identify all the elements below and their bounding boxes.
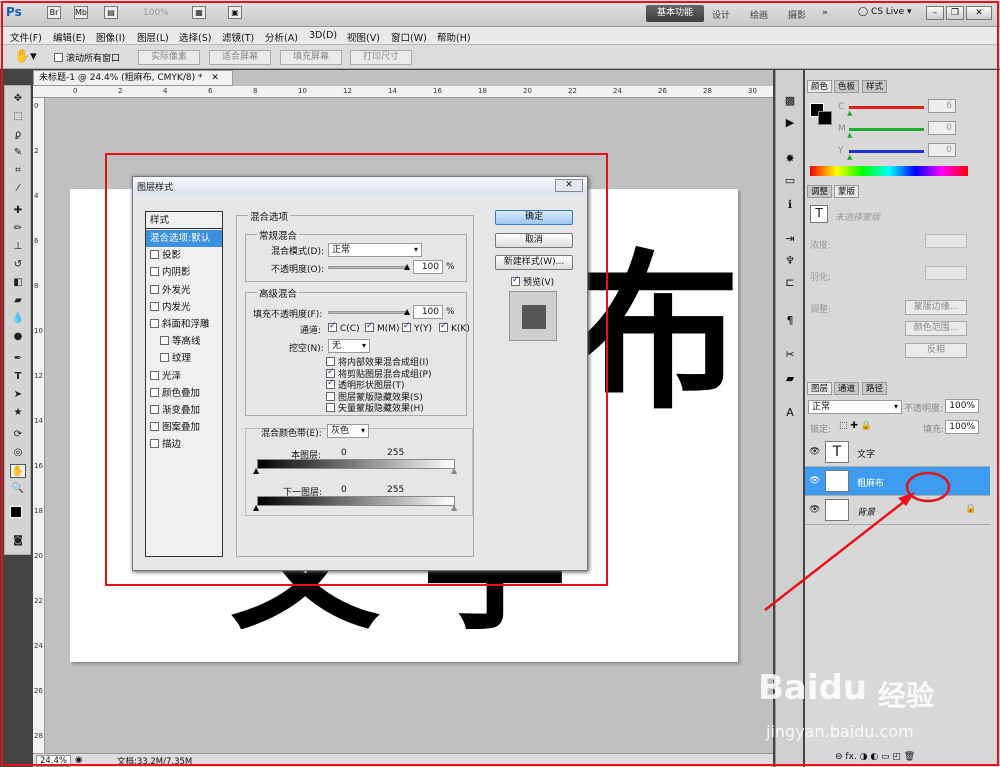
watermark-url: jingyan.baidu.com [766, 722, 914, 741]
watermark-brand: Baidu [758, 668, 868, 708]
annotation-overlay [764, 471, 951, 611]
annotation-circle [905, 471, 951, 503]
annotation-arrow [764, 496, 911, 611]
baidu-watermark: Baidu 经验 jingyan.baidu.com [758, 660, 983, 750]
watermark-cn: 经验 [878, 679, 935, 712]
